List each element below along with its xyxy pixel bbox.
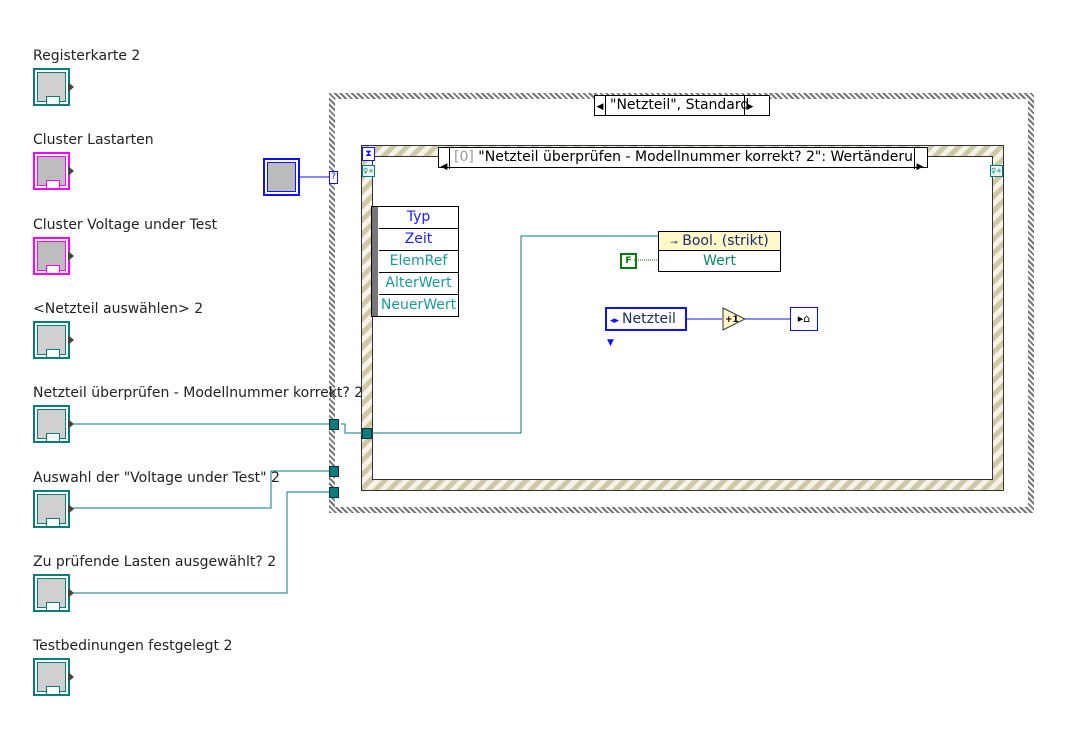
event-index: [0] [454,149,474,165]
case-selector[interactable]: ◀ "Netzteil", Standard▶ [594,95,770,116]
terminal-label: Zu prüfende Lasten ausgewählt? 2 [33,553,277,570]
dynamic-event-terminal-right-icon[interactable]: ♀+ [990,165,1003,177]
cluster-terminal-icon[interactable] [33,152,74,191]
terminal-label: Cluster Lastarten [33,132,154,149]
dynamic-event-terminal-icon[interactable]: ♀+ [362,165,375,177]
tunnel[interactable] [329,466,339,477]
event-data-node[interactable]: Typ Zeit ElemRef AlterWert NeuerWert [371,206,459,317]
property-node-title: Bool. (strikt) [682,233,769,249]
timeout-hourglass-icon[interactable]: ⧗ [362,147,375,161]
refnum-terminal-icon[interactable] [33,320,74,359]
refnum-terminal-icon[interactable] [33,573,74,612]
dropdown-arrow-icon[interactable]: ▼ [607,338,614,348]
refnum-terminal-icon[interactable] [33,68,74,106]
false-constant[interactable]: F [620,253,637,269]
cluster-terminal-icon[interactable] [33,236,74,275]
refnum-terminal-icon[interactable] [33,658,74,697]
increment-arrow-icon[interactable]: ▶ [915,158,925,177]
terminal-label: Testbedinungen festgelegt 2 [33,638,233,655]
increment-arrow-icon[interactable]: ▶ [745,98,755,117]
key-icon: ⊸ [670,238,678,248]
event-data-item[interactable]: AlterWert [379,273,458,295]
event-selector[interactable]: ◀[0] "Netzteil überprüfen - Modellnummer… [438,147,928,172]
case-selector-terminal[interactable]: ? [329,171,338,184]
tunnel[interactable] [329,419,339,430]
terminal-label: Cluster Voltage under Test [33,216,218,233]
refnum-terminal-icon[interactable] [33,405,74,444]
tab-control-terminal[interactable] [263,158,300,196]
case-selector-label: "Netzteil", Standard [605,96,749,115]
enum-constant[interactable]: ◂▸ Netzteil ▼ [605,307,687,348]
terminal-label: Auswahl der "Voltage under Test" 2 [33,469,280,486]
event-data-item[interactable]: ElemRef [379,251,458,273]
enum-arrows-icon: ◂▸ [610,316,620,326]
decrement-arrow-icon[interactable]: ◀ [595,98,605,117]
local-variable-indicator[interactable]: ▸⌂ [790,307,818,331]
refnum-terminal-icon[interactable] [33,489,74,528]
home-icon: ▸⌂ [797,312,811,325]
terminal-label: <Netzteil auswählen> 2 [33,300,204,317]
increment-label: +1 [725,315,739,325]
increment-function[interactable]: +1 [722,307,746,331]
enum-value: Netzteil [622,311,676,327]
property-node[interactable]: ⊸ Bool. (strikt) Wert [658,231,781,272]
terminal-label: Registerkarte 2 [33,48,141,64]
property-wert[interactable]: Wert [659,251,780,271]
event-data-item[interactable]: Typ [379,207,458,229]
tunnel[interactable] [329,487,339,498]
event-selector-label: "Netzteil überprüfen - Modellnummer korr… [478,149,915,165]
event-data-item[interactable]: Zeit [379,229,458,251]
tunnel[interactable] [362,428,372,439]
decrement-arrow-icon[interactable]: ◀ [439,158,449,177]
terminal-label: Netzteil überprüfen - Modellnummer korre… [33,385,364,402]
event-data-item[interactable]: NeuerWert [379,295,458,316]
